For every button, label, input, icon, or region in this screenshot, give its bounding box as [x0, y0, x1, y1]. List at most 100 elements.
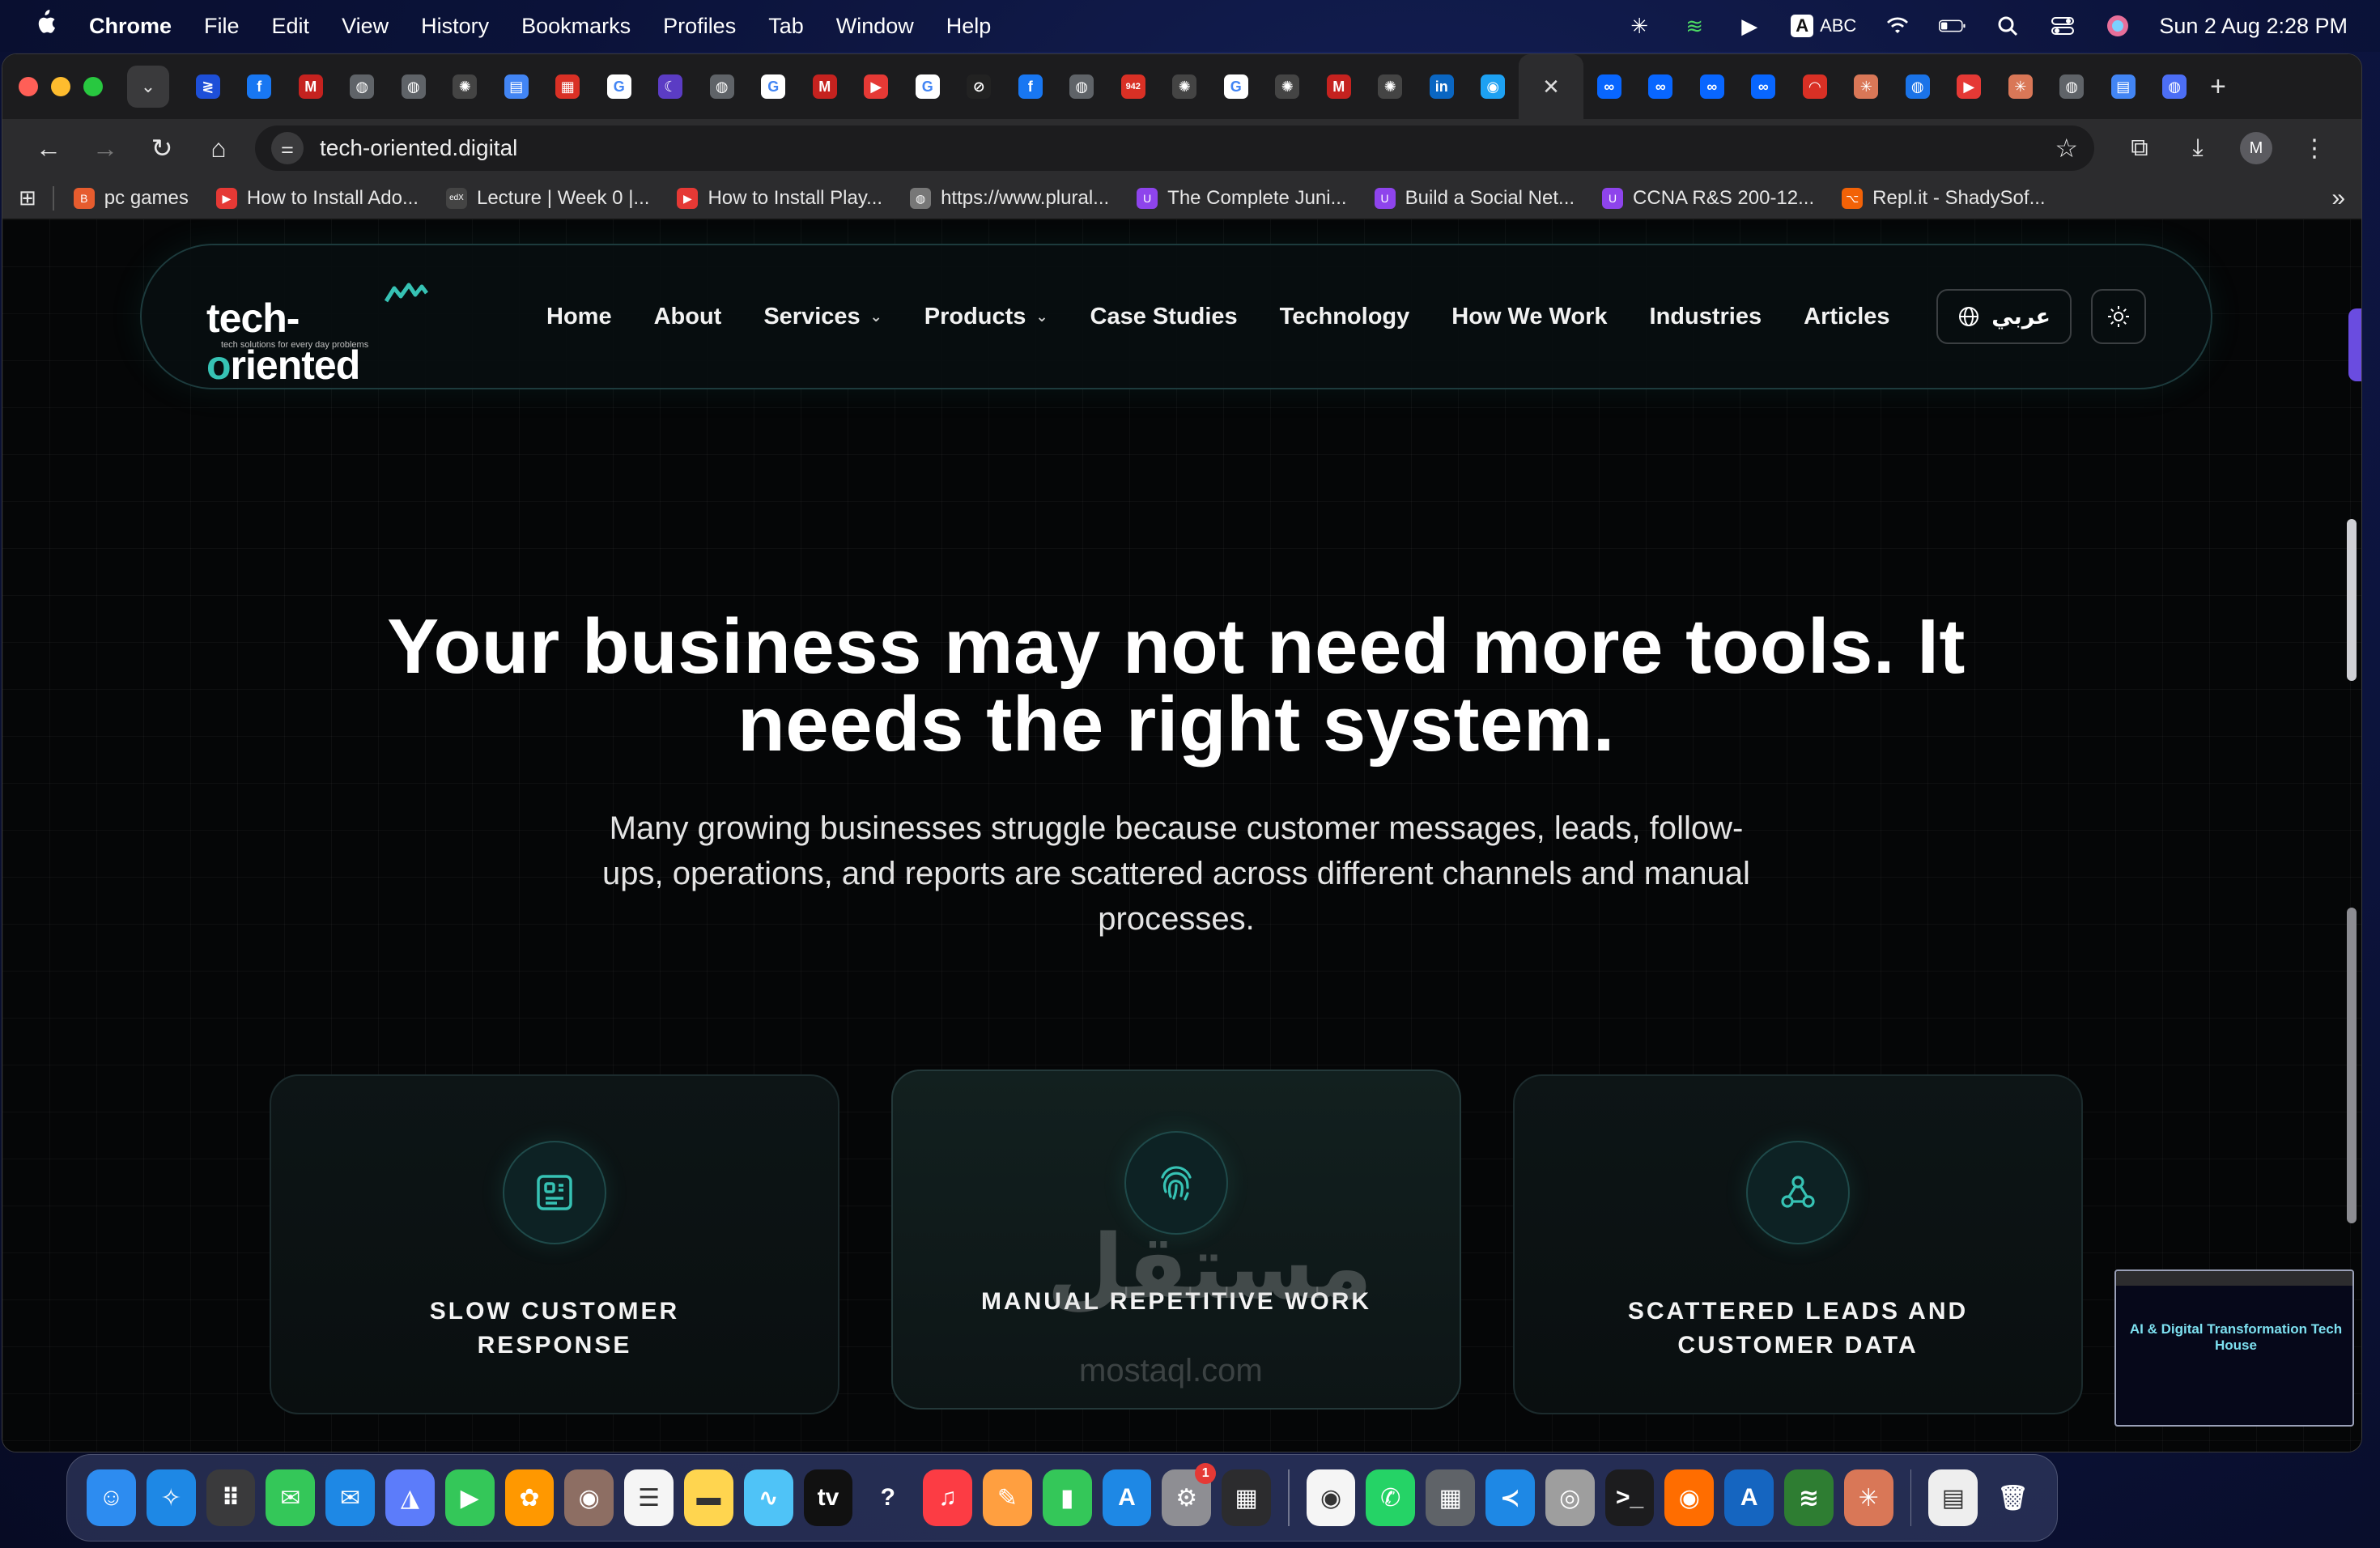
clock[interactable]: Sun 2 Aug 2:28 PM: [2159, 14, 2348, 39]
play-status-icon[interactable]: ▶: [1736, 14, 1763, 38]
pages-app-icon[interactable]: ✎: [982, 1469, 1032, 1526]
tab-after-9[interactable]: ◍: [2046, 54, 2098, 119]
tab-3[interactable]: ◍: [337, 54, 389, 119]
tab-15[interactable]: ⊘: [954, 54, 1005, 119]
menu-app-name[interactable]: Chrome: [89, 14, 172, 39]
bookmark-item[interactable]: ◍ https://www.plural...: [910, 187, 1109, 210]
tab-12[interactable]: M: [799, 54, 851, 119]
bookmark-item[interactable]: ▶ How to Install Play...: [677, 187, 882, 210]
tab-after-6[interactable]: ◍: [1892, 54, 1944, 119]
bookmark-item[interactable]: U The Complete Juni...: [1137, 187, 1347, 210]
menu-tab[interactable]: Tab: [768, 14, 804, 39]
menu-window[interactable]: Window: [836, 14, 914, 39]
wifi-icon[interactable]: [1884, 15, 1911, 37]
language-switch-button[interactable]: عربي: [1936, 289, 2072, 344]
tab-21[interactable]: ✺: [1262, 54, 1314, 119]
chrome-menu-icon[interactable]: ⋮: [2285, 134, 2344, 163]
bookmark-item[interactable]: ▶ How to Install Ado...: [215, 187, 419, 210]
menu-history[interactable]: History: [421, 14, 489, 39]
tab-after-8[interactable]: ✳: [1995, 54, 2046, 119]
tab-after-1[interactable]: ∞: [1635, 54, 1687, 119]
tab-after-10[interactable]: ▤: [2097, 54, 2149, 119]
screen-app-icon[interactable]: ▦: [1222, 1469, 1271, 1526]
facetime-app-icon[interactable]: ▶: [444, 1469, 495, 1526]
apple-menu-icon[interactable]: [32, 9, 57, 44]
terminal-app-icon[interactable]: >_: [1604, 1469, 1655, 1526]
tab-10[interactable]: ◍: [696, 54, 748, 119]
tab-7[interactable]: ▦: [542, 54, 594, 119]
nav-how-we-work[interactable]: How We Work: [1451, 304, 1607, 330]
control-center-icon[interactable]: [2049, 15, 2076, 37]
tab-after-11[interactable]: ◍: [2149, 54, 2201, 119]
spotlight-search-icon[interactable]: [1994, 15, 2021, 37]
home-button[interactable]: ⌂: [190, 134, 247, 164]
new-tab-button[interactable]: +: [2210, 71, 2226, 103]
site-logo[interactable]: tech-oriented tech solutions for every d…: [206, 280, 449, 388]
tab-19[interactable]: ✺: [1159, 54, 1211, 119]
tab-14[interactable]: G: [902, 54, 954, 119]
numbers-app-icon[interactable]: ▮: [1042, 1469, 1092, 1526]
bookmark-item[interactable]: edX Lecture | Week 0 |...: [445, 187, 649, 210]
tab-5[interactable]: ✺: [440, 54, 491, 119]
nav-case-studies[interactable]: Case Studies: [1090, 304, 1238, 330]
nav-articles[interactable]: Articles: [1804, 304, 1889, 330]
menu-help[interactable]: Help: [946, 14, 992, 39]
menu-profiles[interactable]: Profiles: [663, 14, 736, 39]
site-info-icon[interactable]: ⚌: [271, 132, 304, 164]
close-tab-icon[interactable]: ✕: [1539, 74, 1563, 99]
tab-1[interactable]: f: [234, 54, 286, 119]
documents-app-icon[interactable]: ▤: [1928, 1469, 1978, 1526]
music-app-icon[interactable]: ♫: [923, 1469, 972, 1526]
photos-app-icon[interactable]: ✿: [504, 1469, 555, 1526]
input-source[interactable]: A ABC: [1791, 15, 1856, 37]
recorder-app-icon[interactable]: ◉: [1664, 1469, 1715, 1526]
nav-home[interactable]: Home: [546, 304, 612, 330]
tab-after-7[interactable]: ▶: [1944, 54, 1995, 119]
waveform-status-icon[interactable]: ≋: [1681, 14, 1708, 38]
tab-24[interactable]: in: [1416, 54, 1468, 119]
menu-view[interactable]: View: [342, 14, 389, 39]
arc-app-icon[interactable]: A: [1724, 1469, 1774, 1526]
tab-23[interactable]: ✺: [1365, 54, 1417, 119]
tab-9[interactable]: ☾: [645, 54, 697, 119]
nav-services[interactable]: Services ⌄: [763, 304, 882, 330]
profile-avatar[interactable]: M: [2240, 132, 2272, 164]
battery-icon[interactable]: [1939, 15, 1966, 37]
menu-bookmarks[interactable]: Bookmarks: [521, 14, 631, 39]
screenshot-thumbnail[interactable]: AI & Digital Transformation Tech House: [2114, 1269, 2354, 1427]
tab-after-5[interactable]: ✳: [1841, 54, 1893, 119]
launchpad-app-icon[interactable]: ⠿: [206, 1469, 256, 1526]
nav-technology[interactable]: Technology: [1280, 304, 1410, 330]
bookmark-item[interactable]: Bpc games: [73, 187, 189, 210]
apps-grid-icon[interactable]: ⊞: [19, 185, 36, 211]
download-icon[interactable]: ⤓: [2169, 134, 2227, 162]
nav-about[interactable]: About: [654, 304, 722, 330]
tab-search-chevron-icon[interactable]: ⌄: [127, 66, 169, 108]
side-panel-tab[interactable]: [2348, 308, 2361, 381]
tab-20[interactable]: G: [1210, 54, 1262, 119]
vscode-app-icon[interactable]: ≺: [1485, 1469, 1535, 1526]
minimize-window-button[interactable]: [51, 77, 70, 96]
reload-button[interactable]: ↻: [134, 133, 190, 164]
tab-13[interactable]: ▶: [851, 54, 903, 119]
back-button[interactable]: ←: [20, 134, 77, 164]
tab-22[interactable]: M: [1313, 54, 1365, 119]
tab-0[interactable]: ≷: [182, 54, 234, 119]
tab-11[interactable]: G: [748, 54, 800, 119]
help-app-icon[interactable]: ?: [863, 1469, 912, 1526]
finder-app-icon[interactable]: ☺: [87, 1469, 136, 1526]
tab-17[interactable]: ◍: [1056, 54, 1108, 119]
nav-industries[interactable]: Industries: [1650, 304, 1762, 330]
tv-app-icon[interactable]: tv: [803, 1469, 853, 1526]
whatsapp-app-icon[interactable]: ✆: [1366, 1469, 1416, 1526]
address-bar[interactable]: ⚌ tech-oriented.digital ☆: [255, 125, 2094, 171]
extensions-icon[interactable]: ⧉: [2110, 134, 2169, 162]
contacts-app-icon[interactable]: ◉: [564, 1469, 614, 1526]
menu-file[interactable]: File: [204, 14, 240, 39]
waveform-app-icon[interactable]: ≋: [1784, 1469, 1834, 1526]
calculator-app-icon[interactable]: ▦: [1426, 1469, 1476, 1526]
tab-4[interactable]: ◍: [388, 54, 440, 119]
nav-products[interactable]: Products ⌄: [924, 304, 1048, 330]
siri-icon[interactable]: [2104, 15, 2131, 37]
claude-status-icon[interactable]: ✳: [1626, 14, 1653, 38]
